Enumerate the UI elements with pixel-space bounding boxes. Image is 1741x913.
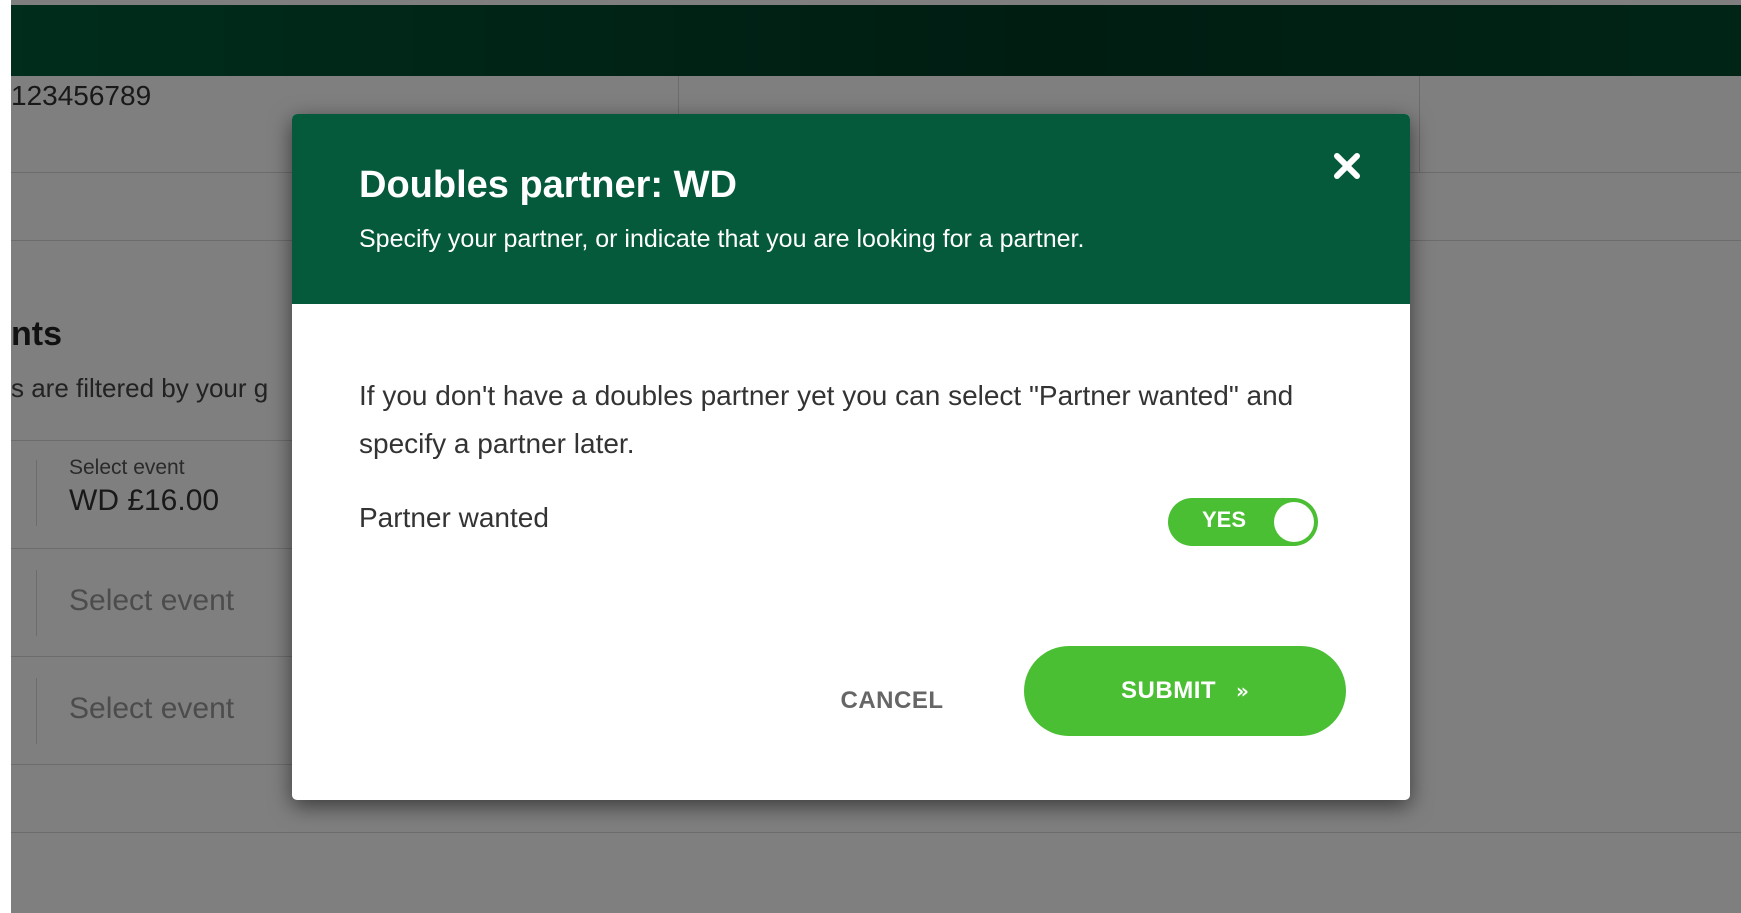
partner-wanted-toggle[interactable]: YES <box>1168 498 1318 546</box>
close-icon-glyph <box>1334 153 1360 179</box>
partner-wanted-label: Partner wanted <box>359 502 549 533</box>
close-icon[interactable] <box>1327 146 1367 186</box>
submit-button[interactable]: SUBMIT » <box>1024 646 1346 736</box>
doubles-partner-dialog: Doubles partner: WD Specify your partner… <box>292 114 1410 800</box>
left-edge-strip <box>0 0 11 913</box>
double-chevron-right-icon: » <box>1236 679 1249 703</box>
submit-button-label: SUBMIT <box>1121 677 1217 704</box>
dialog-body-text: If you don't have a doubles partner yet … <box>359 380 1294 459</box>
page: 123456789 nts s are filtered by your g S… <box>0 0 1741 913</box>
toggle-knob <box>1274 502 1314 542</box>
cancel-button[interactable]: CANCEL <box>817 670 967 730</box>
dialog-title: Doubles partner: WD <box>359 164 737 206</box>
dialog-subtitle: Specify your partner, or indicate that y… <box>359 225 1085 253</box>
dialog-header: Doubles partner: WD Specify your partner… <box>292 114 1410 304</box>
toggle-state-label: YES <box>1202 507 1247 532</box>
